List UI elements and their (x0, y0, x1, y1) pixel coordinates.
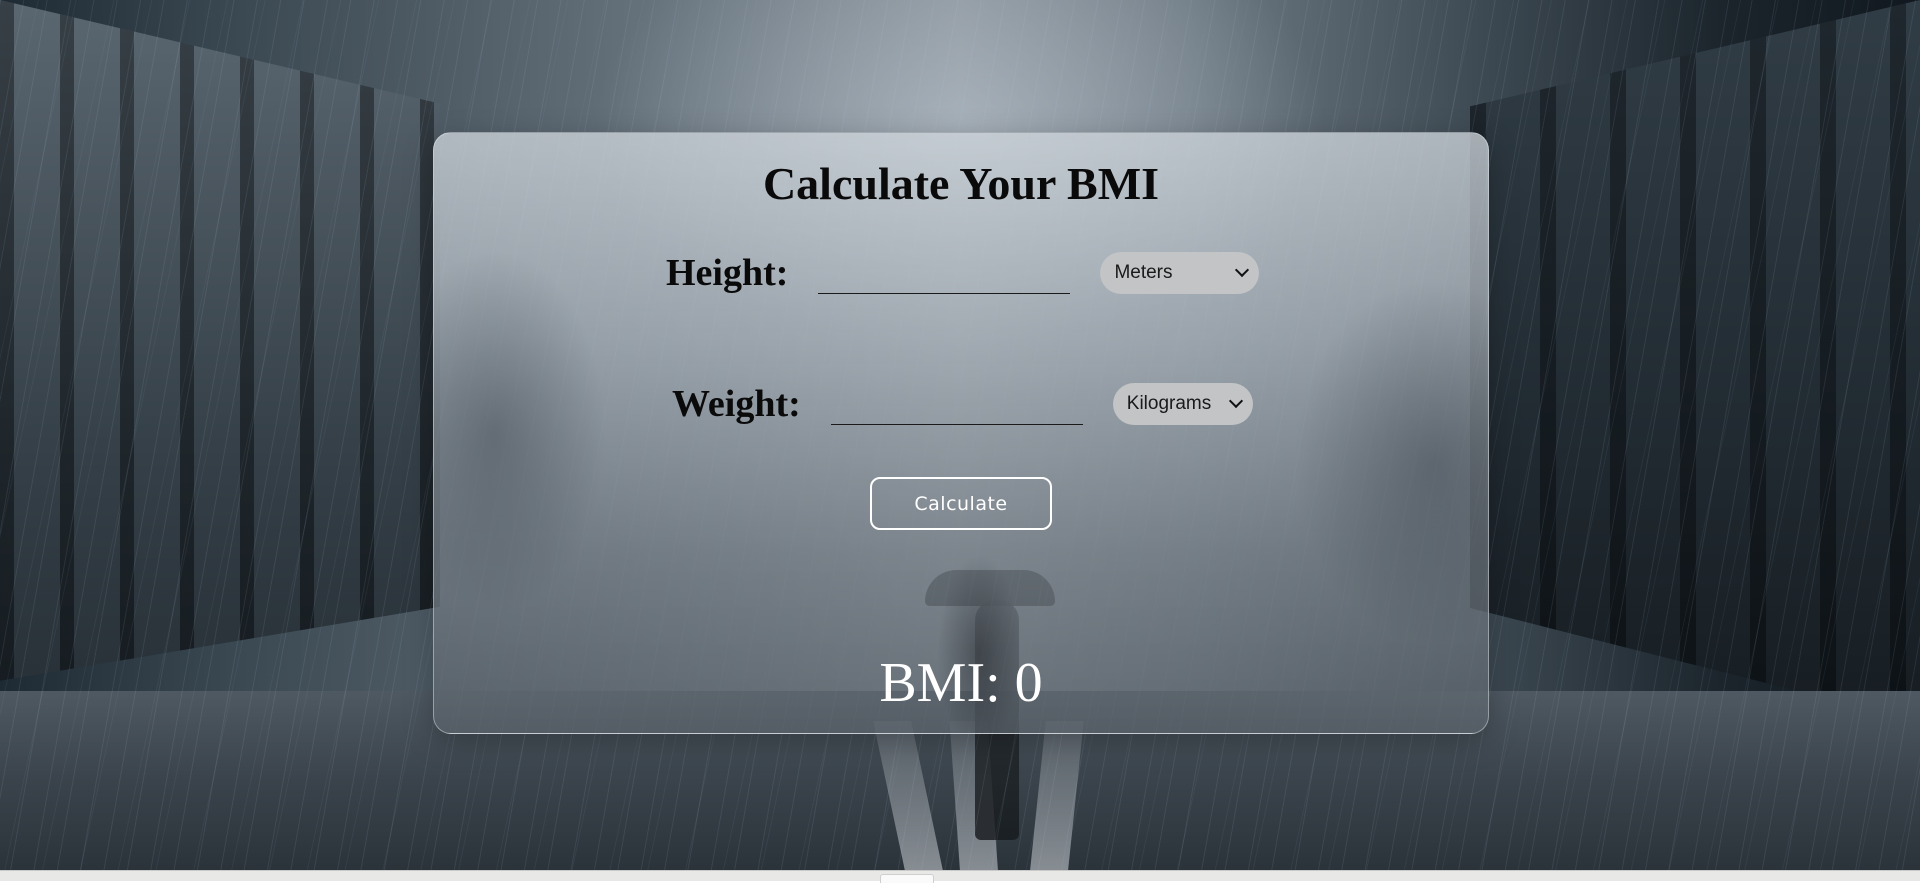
page-title: Calculate Your BMI (434, 157, 1488, 210)
chevron-down-icon (1229, 394, 1243, 408)
weight-input[interactable] (831, 382, 1083, 425)
calculate-button[interactable]: Calculate (870, 477, 1052, 530)
background-building-left (0, 0, 440, 740)
bmi-calculator-card: Calculate Your BMI Height: Meters Weight… (433, 132, 1489, 734)
weight-label: Weight: (672, 379, 801, 429)
weight-unit-select[interactable]: Kilograms (1113, 383, 1253, 425)
background-building-right (1470, 0, 1920, 760)
weight-unit-selected-value: Kilograms (1127, 393, 1211, 415)
height-unit-select[interactable]: Meters (1100, 252, 1259, 294)
height-label: Height: (666, 248, 788, 298)
height-row: Height: Meters (666, 248, 1259, 298)
chevron-down-icon (1235, 263, 1249, 277)
taskbar-strip (0, 870, 1920, 881)
weight-row: Weight: Kilograms (672, 379, 1253, 429)
bmi-result: BMI: 0 (434, 651, 1488, 715)
height-input[interactable] (818, 251, 1070, 294)
taskbar-tab[interactable] (880, 874, 934, 883)
height-unit-selected-value: Meters (1114, 262, 1172, 284)
